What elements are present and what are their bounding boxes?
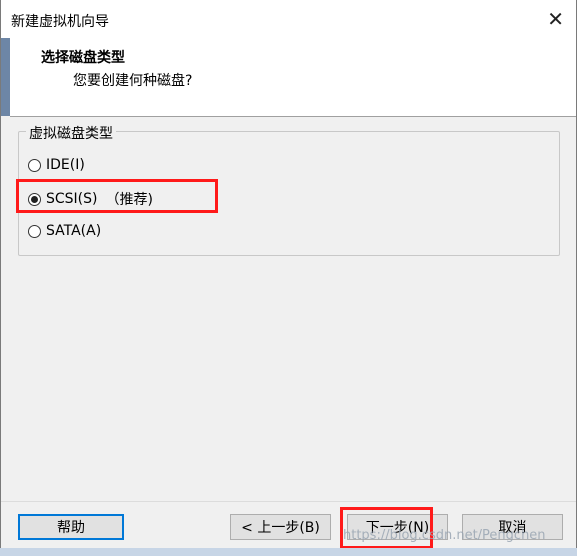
back-button[interactable]: < 上一步(B) bbox=[230, 514, 331, 540]
radio-ide-label: IDE(I) bbox=[46, 157, 85, 173]
radio-ide-indicator[interactable] bbox=[28, 158, 41, 172]
header-accent-bar bbox=[1, 38, 10, 116]
footer-separator bbox=[1, 501, 576, 502]
close-icon[interactable]: ✕ bbox=[547, 7, 564, 31]
page-title: 选择磁盘类型 bbox=[41, 50, 125, 66]
new-vm-wizard-dialog: 新建虚拟机向导 ✕ 选择磁盘类型 您要创建何种磁盘? 虚拟磁盘类型 IDE(I)… bbox=[0, 0, 577, 556]
radio-sata[interactable]: SATA(A) bbox=[28, 223, 101, 239]
background-strip bbox=[0, 548, 577, 556]
radio-sata-label: SATA(A) bbox=[46, 223, 102, 239]
window-title: 新建虚拟机向导 bbox=[11, 14, 109, 30]
radio-sata-indicator[interactable] bbox=[28, 224, 41, 238]
scsi-highlight-box bbox=[16, 179, 218, 213]
title-bar: 新建虚拟机向导 ✕ bbox=[1, 0, 576, 38]
radio-ide[interactable]: IDE(I) bbox=[28, 157, 85, 173]
wizard-header: 选择磁盘类型 您要创建何种磁盘? bbox=[10, 38, 576, 117]
disk-type-group-legend: 虚拟磁盘类型 bbox=[26, 123, 116, 143]
watermark-text: https://blog.csdn.net/Pengchen bbox=[343, 528, 546, 543]
page-subtitle: 您要创建何种磁盘? bbox=[73, 73, 193, 89]
help-button[interactable]: 帮助 bbox=[18, 514, 124, 540]
